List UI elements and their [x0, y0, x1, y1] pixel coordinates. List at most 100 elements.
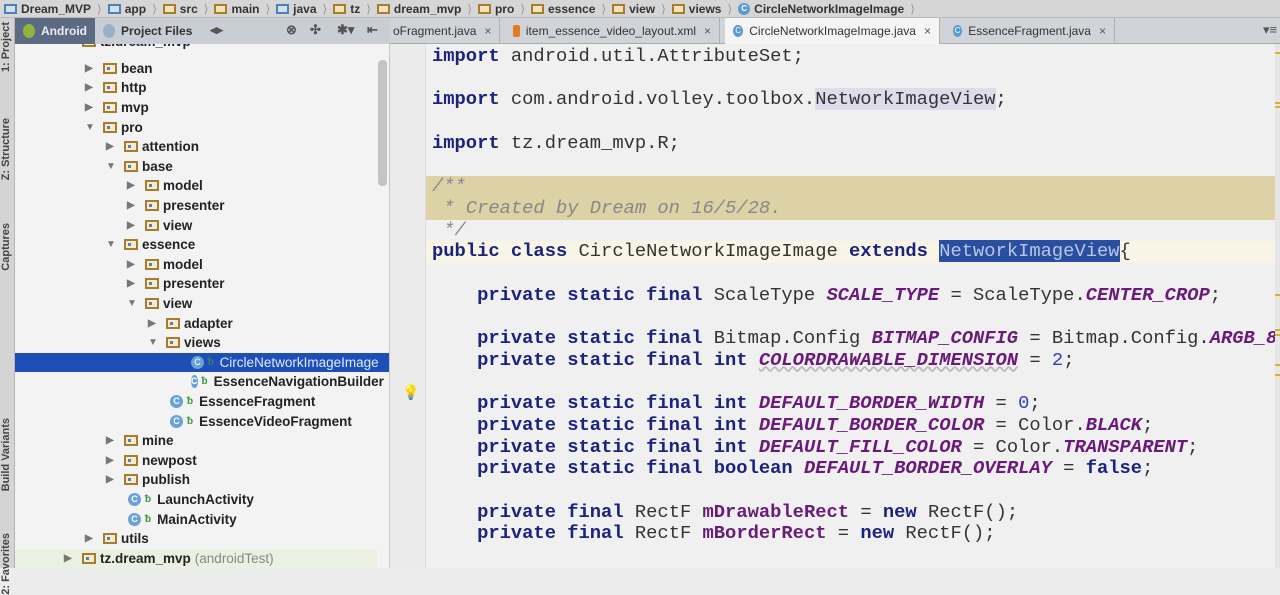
editor-tab[interactable]: C EssenceFragment.java ×: [945, 18, 1115, 44]
chevron-down-icon[interactable]: ▼: [64, 44, 82, 47]
collapse-all-icon[interactable]: ✣: [310, 22, 321, 38]
chevron-right-icon[interactable]: ▶: [64, 553, 82, 564]
chevron-right-icon[interactable]: ▶: [85, 63, 103, 74]
chevron-right-icon[interactable]: ▶: [127, 220, 145, 231]
error-stripe[interactable]: [1275, 44, 1280, 568]
breadcrumb-item[interactable]: essence: [527, 2, 599, 16]
tree-folder-item[interactable]: ▶ view: [15, 215, 377, 235]
chevron-right-icon[interactable]: ▶: [106, 455, 124, 466]
chevron-right-icon[interactable]: ▶: [127, 259, 145, 270]
chevron-down-icon[interactable]: ▼: [106, 239, 124, 250]
tree-folder-item[interactable]: ▶ presenter: [15, 274, 377, 294]
breadcrumb-item[interactable]: java: [272, 2, 320, 16]
code-editor[interactable]: import android.util.AttributeSet; import …: [426, 44, 1275, 568]
tree-class-item[interactable]: Cᵬ MainActivity: [15, 509, 377, 529]
tree-folder-item[interactable]: ▶ mine: [15, 431, 377, 451]
breadcrumb-item[interactable]: pro: [474, 2, 518, 16]
chevron-right-icon: ⟩: [467, 1, 472, 16]
tree-class-item[interactable]: Cᵬ EssenceFragment: [15, 392, 377, 412]
tree-folder-item[interactable]: ▶ http: [15, 78, 377, 98]
breadcrumb-item[interactable]: Dream_MVP: [0, 2, 95, 16]
tree-folder-item[interactable]: ▶ model: [15, 255, 377, 275]
build-variants-tool-button[interactable]: Build Variants: [0, 418, 15, 491]
editor-tab[interactable]: item_essence_video_layout.xml ×: [505, 18, 720, 44]
tree-folder-item[interactable]: ▼ tz.dream_mvp: [15, 44, 377, 52]
chevron-right-icon[interactable]: ▶: [127, 180, 145, 191]
warning-marker[interactable]: [1275, 364, 1280, 366]
tree-folder-item[interactable]: ▶ attention: [15, 137, 377, 157]
chevron-down-icon[interactable]: ▼: [106, 161, 124, 172]
chevron-right-icon[interactable]: ▶: [127, 278, 145, 289]
tree-folder-item[interactable]: ▼ views: [15, 333, 377, 353]
tree-folder-item[interactable]: ▶ newpost: [15, 451, 377, 471]
tree-folder-item[interactable]: ▶ publish: [15, 470, 377, 490]
warning-marker[interactable]: [1275, 374, 1280, 376]
editor-tab[interactable]: C CircleNetworkImageImage.java ×: [725, 18, 940, 44]
hide-panel-icon[interactable]: ⇤: [367, 22, 378, 38]
tree-folder-item[interactable]: ▶ mvp: [15, 98, 377, 118]
tree-folder-item[interactable]: ▶ presenter: [15, 196, 377, 216]
chevron-right-icon[interactable]: ▶: [106, 435, 124, 446]
tab-list-menu-icon[interactable]: ▾≡: [1263, 22, 1277, 38]
project-tool-button[interactable]: 1: Project: [0, 22, 15, 72]
breadcrumb-item[interactable]: tz: [329, 2, 364, 16]
chevron-right-icon[interactable]: ▶: [148, 318, 166, 329]
code-token: tz.dream_mvp.R;: [499, 131, 680, 154]
close-icon[interactable]: ×: [704, 24, 711, 38]
chevron-right-icon[interactable]: ▶: [85, 102, 103, 113]
breadcrumb-item[interactable]: dream_mvp: [373, 2, 465, 16]
close-icon[interactable]: ×: [924, 24, 931, 38]
tree-item-label: EssenceNavigationBuilder: [213, 374, 384, 390]
tree-class-item[interactable]: Cᵬ EssenceNavigationBuilder: [15, 372, 384, 392]
switch-view-arrows-icon[interactable]: ◂▸: [210, 22, 223, 38]
structure-tool-button[interactable]: Z: Structure: [0, 118, 15, 180]
chevron-down-icon[interactable]: ▼: [127, 298, 145, 309]
tree-folder-item[interactable]: ▶ bean: [15, 59, 377, 79]
tab-android-view[interactable]: Android: [15, 18, 95, 44]
breadcrumb-item[interactable]: views: [668, 2, 726, 16]
tree-folder-item[interactable]: ▼ base: [15, 157, 377, 177]
tree-class-item[interactable]: Cᵬ EssenceVideoFragment: [15, 411, 377, 431]
warning-marker[interactable]: [1275, 106, 1280, 108]
warning-marker[interactable]: [1275, 102, 1280, 104]
chevron-right-icon[interactable]: ▶: [106, 141, 124, 152]
breadcrumb-item[interactable]: src: [159, 2, 202, 16]
close-icon[interactable]: ×: [1099, 24, 1106, 38]
breadcrumb-item[interactable]: C CircleNetworkImageImage: [734, 2, 908, 16]
tree-folder-item[interactable]: ▼ essence: [15, 235, 377, 255]
warning-marker[interactable]: [1275, 52, 1280, 54]
tree-scrollbar[interactable]: [378, 60, 387, 186]
tree-folder-item[interactable]: ▼ view: [15, 294, 377, 314]
warning-marker[interactable]: [1275, 294, 1280, 296]
tree-folder-item[interactable]: ▶ utils: [15, 529, 377, 549]
tree-class-item[interactable]: Cᵬ LaunchActivity: [15, 490, 377, 510]
chevron-right-icon[interactable]: ▶: [85, 533, 103, 544]
tree-item-suffix: (androidTest): [194, 550, 274, 566]
chevron-right-icon[interactable]: ▶: [127, 200, 145, 211]
warning-marker[interactable]: [1275, 334, 1280, 336]
tree-folder-item[interactable]: ▼ pro: [15, 117, 377, 137]
favorites-tool-button[interactable]: 2: Favorites: [0, 533, 15, 595]
breadcrumb-item[interactable]: main: [210, 2, 263, 16]
close-icon[interactable]: ×: [484, 24, 491, 38]
chevron-right-icon[interactable]: ▶: [85, 82, 103, 93]
warning-marker[interactable]: [1275, 329, 1280, 331]
chevron-down-icon[interactable]: ▼: [148, 337, 166, 348]
scroll-from-source-icon[interactable]: ⊗: [286, 22, 297, 38]
tree-folder-item[interactable]: ▶ adapter: [15, 313, 377, 333]
tab-project-files[interactable]: Project Files: [95, 18, 200, 44]
code-line: import com.android.volley.toolbox.Networ…: [426, 88, 1275, 111]
tree-folder-item[interactable]: ▶ tz.dream_mvp (androidTest): [15, 548, 377, 568]
editor-tab[interactable]: oFragment.java ×: [385, 18, 500, 44]
captures-tool-button[interactable]: Captures: [0, 223, 15, 271]
tree-folder-item[interactable]: ▶ model: [15, 176, 377, 196]
breadcrumb-item[interactable]: view: [608, 2, 659, 16]
tree-class-item[interactable]: Cᵬ CircleNetworkImageImage: [15, 352, 389, 373]
gear-icon[interactable]: ✱▾: [337, 22, 354, 38]
breadcrumb-item[interactable]: app: [104, 2, 150, 16]
chevron-down-icon[interactable]: ▼: [85, 122, 103, 133]
chevron-right-icon[interactable]: ▶: [106, 474, 124, 485]
package-folder-icon: [145, 219, 159, 231]
lightbulb-icon[interactable]: 💡: [402, 384, 419, 401]
